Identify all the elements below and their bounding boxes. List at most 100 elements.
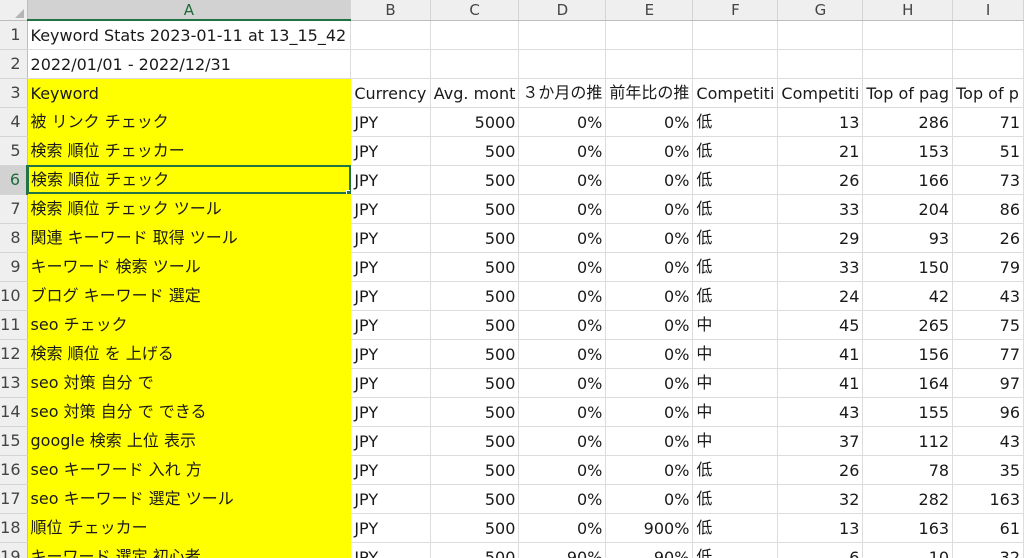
cell-e6[interactable]: 0% bbox=[605, 165, 694, 195]
cell-g4[interactable]: 13 bbox=[777, 107, 864, 137]
cell-e2[interactable] bbox=[605, 49, 694, 79]
cell-a18[interactable]: 順位 チェッカー bbox=[27, 513, 352, 543]
cell-d14[interactable]: 0% bbox=[518, 397, 607, 427]
cell-g17[interactable]: 32 bbox=[777, 484, 864, 514]
cell-b5[interactable]: JPY bbox=[350, 136, 431, 166]
cell-b12[interactable]: JPY bbox=[350, 339, 431, 369]
cell-c15[interactable]: 500 bbox=[430, 426, 520, 456]
cell-a16[interactable]: seo キーワード 入れ 方 bbox=[27, 455, 352, 485]
cell-d10[interactable]: 0% bbox=[518, 281, 607, 311]
cell-a5[interactable]: 検索 順位 チェッカー bbox=[27, 136, 352, 166]
cell-i18[interactable]: 61 bbox=[952, 513, 1024, 543]
cell-i13[interactable]: 97 bbox=[952, 368, 1024, 398]
cell-a4[interactable]: 被 リンク チェック bbox=[27, 107, 352, 137]
cell-i5[interactable]: 51 bbox=[952, 136, 1024, 166]
cell-g1[interactable] bbox=[777, 20, 864, 50]
cell-f15[interactable]: 中 bbox=[692, 426, 779, 456]
row-header[interactable]: 11 bbox=[0, 310, 28, 340]
cell-e3[interactable]: 前年比の推 bbox=[605, 78, 694, 108]
cell-i4[interactable]: 71 bbox=[952, 107, 1024, 137]
cell-h17[interactable]: 282 bbox=[862, 484, 954, 514]
cell-h13[interactable]: 164 bbox=[862, 368, 954, 398]
cell-c12[interactable]: 500 bbox=[430, 339, 520, 369]
row-header[interactable]: 5 bbox=[0, 136, 28, 166]
cell-b17[interactable]: JPY bbox=[350, 484, 431, 514]
cell-e13[interactable]: 0% bbox=[605, 368, 694, 398]
cell-b6[interactable]: JPY bbox=[350, 165, 431, 195]
cell-b18[interactable]: JPY bbox=[350, 513, 431, 543]
cell-i15[interactable]: 43 bbox=[952, 426, 1024, 456]
cell-e7[interactable]: 0% bbox=[605, 194, 694, 224]
row-header[interactable]: 1 bbox=[0, 20, 28, 50]
column-header-c[interactable]: C bbox=[430, 0, 520, 21]
cell-d5[interactable]: 0% bbox=[518, 136, 607, 166]
cell-e10[interactable]: 0% bbox=[605, 281, 694, 311]
cell-a14[interactable]: seo 対策 自分 で できる bbox=[27, 397, 352, 427]
row-header[interactable]: 12 bbox=[0, 339, 28, 369]
cell-e15[interactable]: 0% bbox=[605, 426, 694, 456]
column-header-a[interactable]: A bbox=[27, 0, 352, 21]
cell-h12[interactable]: 156 bbox=[862, 339, 954, 369]
cell-h11[interactable]: 265 bbox=[862, 310, 954, 340]
cell-b13[interactable]: JPY bbox=[350, 368, 431, 398]
cell-f6[interactable]: 低 bbox=[692, 165, 779, 195]
cell-c11[interactable]: 500 bbox=[430, 310, 520, 340]
cell-b15[interactable]: JPY bbox=[350, 426, 431, 456]
cell-c2[interactable] bbox=[430, 49, 520, 79]
cell-i2[interactable] bbox=[952, 49, 1024, 79]
cell-d9[interactable]: 0% bbox=[518, 252, 607, 282]
cell-g12[interactable]: 41 bbox=[777, 339, 864, 369]
cell-g10[interactable]: 24 bbox=[777, 281, 864, 311]
cell-d4[interactable]: 0% bbox=[518, 107, 607, 137]
cell-f5[interactable]: 低 bbox=[692, 136, 779, 166]
column-header-b[interactable]: B bbox=[350, 0, 431, 21]
cell-g3[interactable]: Competiti bbox=[777, 78, 864, 108]
cell-a9[interactable]: キーワード 検索 ツール bbox=[27, 252, 352, 282]
column-header-g[interactable]: G bbox=[777, 0, 864, 21]
cell-h19[interactable]: 10 bbox=[862, 542, 954, 558]
cell-b2[interactable] bbox=[350, 49, 431, 79]
cell-b3[interactable]: Currency bbox=[350, 78, 431, 108]
cell-b10[interactable]: JPY bbox=[350, 281, 431, 311]
cell-f10[interactable]: 低 bbox=[692, 281, 779, 311]
column-header-i[interactable]: I bbox=[952, 0, 1024, 21]
cell-i12[interactable]: 77 bbox=[952, 339, 1024, 369]
cell-e16[interactable]: 0% bbox=[605, 455, 694, 485]
fill-handle[interactable] bbox=[346, 189, 350, 193]
cell-c3[interactable]: Avg. mont bbox=[430, 78, 520, 108]
row-header[interactable]: 15 bbox=[0, 426, 28, 456]
cell-b11[interactable]: JPY bbox=[350, 310, 431, 340]
cell-c8[interactable]: 500 bbox=[430, 223, 520, 253]
row-header[interactable]: 8 bbox=[0, 223, 28, 253]
cell-c19[interactable]: 500 bbox=[430, 542, 520, 558]
cell-e12[interactable]: 0% bbox=[605, 339, 694, 369]
row-header[interactable]: 4 bbox=[0, 107, 28, 137]
cell-h5[interactable]: 153 bbox=[862, 136, 954, 166]
cell-i14[interactable]: 96 bbox=[952, 397, 1024, 427]
cell-b1[interactable] bbox=[350, 20, 431, 50]
cell-i19[interactable]: 32 bbox=[952, 542, 1024, 558]
cell-a10[interactable]: ブログ キーワード 選定 bbox=[27, 281, 352, 311]
cell-d19[interactable]: 90% bbox=[518, 542, 607, 558]
cell-i11[interactable]: 75 bbox=[952, 310, 1024, 340]
cell-c4[interactable]: 5000 bbox=[430, 107, 520, 137]
cell-c17[interactable]: 500 bbox=[430, 484, 520, 514]
cell-e4[interactable]: 0% bbox=[605, 107, 694, 137]
cell-h7[interactable]: 204 bbox=[862, 194, 954, 224]
cell-h9[interactable]: 150 bbox=[862, 252, 954, 282]
cell-e5[interactable]: 0% bbox=[605, 136, 694, 166]
cell-f13[interactable]: 中 bbox=[692, 368, 779, 398]
cell-d1[interactable] bbox=[518, 20, 607, 50]
row-header[interactable]: 10 bbox=[0, 281, 28, 311]
cell-a6[interactable]: 検索 順位 チェック bbox=[27, 165, 352, 195]
cell-c16[interactable]: 500 bbox=[430, 455, 520, 485]
cell-e11[interactable]: 0% bbox=[605, 310, 694, 340]
cell-g9[interactable]: 33 bbox=[777, 252, 864, 282]
cell-d6[interactable]: 0% bbox=[518, 165, 607, 195]
cell-d12[interactable]: 0% bbox=[518, 339, 607, 369]
cell-g14[interactable]: 43 bbox=[777, 397, 864, 427]
row-header[interactable]: 7 bbox=[0, 194, 28, 224]
cell-a7[interactable]: 検索 順位 チェック ツール bbox=[27, 194, 352, 224]
cell-h4[interactable]: 286 bbox=[862, 107, 954, 137]
cell-a1[interactable]: Keyword Stats 2023-01-11 at 13_15_42 bbox=[27, 20, 352, 50]
